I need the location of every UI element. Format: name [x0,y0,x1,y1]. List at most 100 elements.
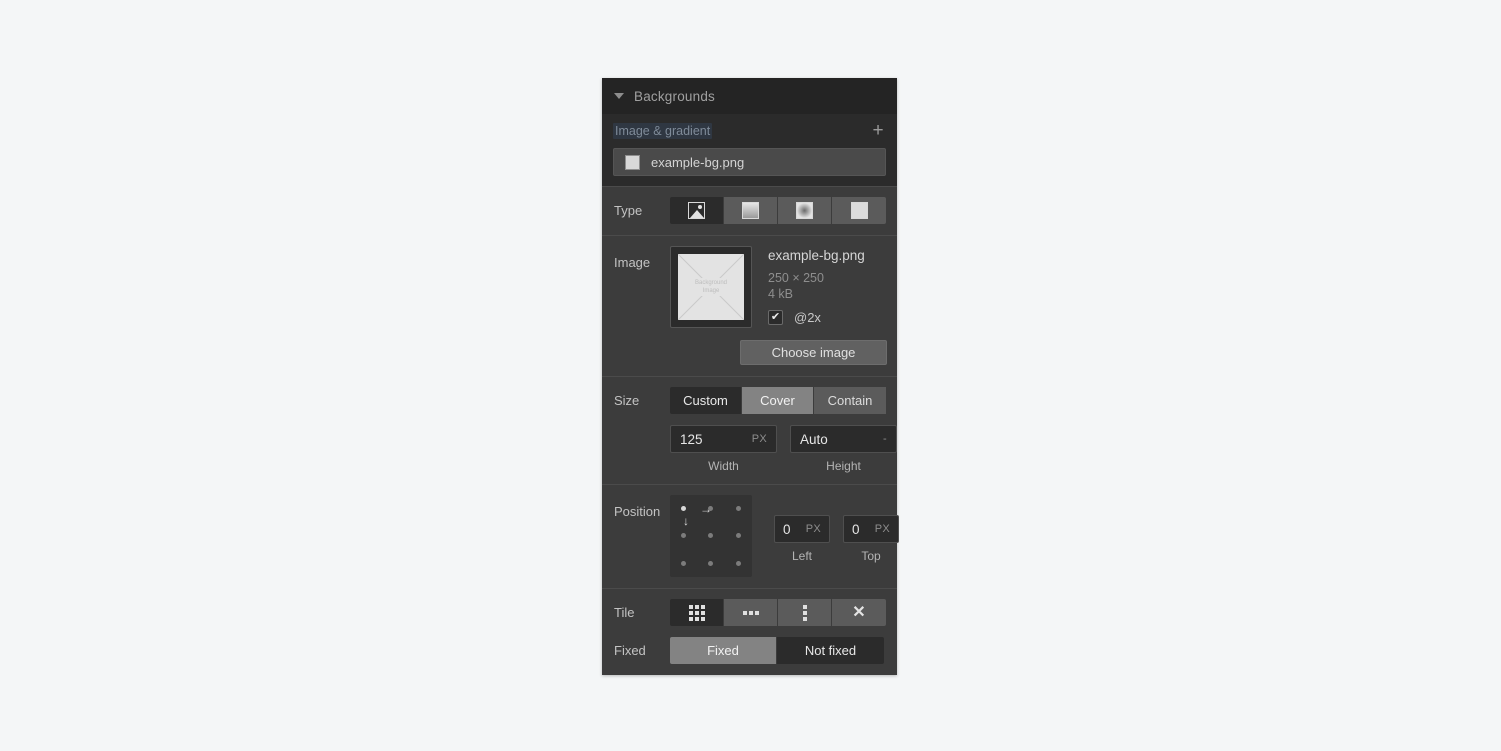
tile-repeat-x-icon [742,610,759,615]
image-file-size: 4 kB [768,287,794,301]
height-value: Auto [800,431,828,447]
width-value: 125 [680,431,703,447]
arrow-down-icon: ↓ [683,514,689,528]
left-field-wrap: 0 PX Left [774,515,830,563]
layers-block: Image & gradient + example-bg.png [602,114,897,186]
position-row: Position → ↓ 0 PX Left 0 PX Top [612,495,899,577]
list-item[interactable]: example-bg.png [613,148,886,176]
height-input[interactable]: Auto - [790,425,897,453]
position-label: Position [614,504,661,519]
radial-gradient-icon [796,202,813,219]
position-fields: 0 PX Left 0 PX Top [752,495,899,563]
retina-label: @2x [794,310,821,325]
type-option-solid-color[interactable] [832,197,886,224]
image-row: Image Background Image example-bg.png 25… [612,246,887,365]
position-cell-middle-center[interactable] [708,533,714,539]
width-caption: Width [708,459,739,473]
size-fields: 125 PX Width Auto - Height [670,425,910,473]
size-option-contain[interactable]: Contain [814,387,886,414]
layers-header: Image & gradient + [613,114,886,148]
linear-gradient-icon [742,202,759,219]
image-section: Image Background Image example-bg.png 25… [602,235,897,376]
left-unit[interactable]: PX [806,523,821,535]
left-value: 0 [783,521,791,537]
width-input[interactable]: 125 PX [670,425,777,453]
position-grid[interactable]: → ↓ [670,495,752,577]
position-cell-middle-left[interactable] [681,533,687,539]
type-segmented-control [670,197,886,224]
position-cell-bottom-left[interactable] [681,560,687,566]
width-field-wrap: 125 PX Width [670,425,777,473]
tile-none-icon: ✕ [852,603,866,621]
fixed-option-not-fixed[interactable]: Not fixed [777,637,884,664]
type-section: Type [602,186,897,235]
size-option-custom[interactable]: Custom [670,387,742,414]
size-option-cover[interactable]: Cover [742,387,814,414]
size-row: Size Custom Cover Contain 125 PX Width A… [612,387,897,473]
image-icon [688,202,705,219]
tile-row: Tile ✕ [612,599,887,626]
fixed-segmented-control: Fixed Not fixed [670,637,884,664]
image-preview-block: Background Image example-bg.png 250 × 25… [670,246,887,328]
tile-repeat-y-icon [802,604,807,621]
type-label: Type [614,203,643,218]
top-field-wrap: 0 PX Top [843,515,899,563]
tile-option-no-repeat[interactable]: ✕ [832,599,886,626]
retina-row: ✔ @2x [768,310,865,325]
top-unit[interactable]: PX [875,523,890,535]
tile-label: Tile [614,605,635,620]
fixed-row: Fixed Fixed Not fixed [612,637,887,664]
type-row: Type [612,197,887,224]
fixed-option-fixed[interactable]: Fixed [670,637,777,664]
left-caption: Left [791,549,812,563]
fixed-label: Fixed [614,643,646,658]
image-metadata: example-bg.png 250 × 250 4 kB ✔ @2x [752,246,865,328]
panel-header[interactable]: Backgrounds [602,78,897,114]
caret-down-icon[interactable] [614,93,624,99]
solid-color-icon [850,202,868,219]
tile-segmented-control: ✕ [670,599,886,626]
height-caption: Height [826,459,861,473]
arrow-right-icon: → [700,502,712,516]
size-segmented-control: Custom Cover Contain [670,387,910,414]
image-thumbnail[interactable]: Background Image [670,246,752,328]
left-input[interactable]: 0 PX [774,515,830,543]
backgrounds-panel: Backgrounds Image & gradient + example-b… [602,78,899,675]
tile-grid-icon [688,604,705,621]
position-cell-top-right[interactable] [735,506,741,512]
position-cell-top-left[interactable] [681,506,687,512]
tile-fixed-section: Tile ✕ Fixed Fixed Not fixed [602,588,897,675]
width-unit[interactable]: PX [752,433,767,445]
image-file-name: example-bg.png [768,248,865,263]
image-label: Image [614,255,651,270]
type-option-linear-gradient[interactable] [724,197,778,224]
layers-group-label: Image & gradient [613,123,713,139]
position-section: Position → ↓ 0 PX Left 0 PX Top [602,484,899,588]
image-swatch-icon [625,154,640,170]
top-caption: Top [861,549,881,563]
tile-option-repeat-y[interactable] [778,599,832,626]
height-field-wrap: Auto - Height [790,425,897,473]
page-title: Backgrounds [634,88,715,104]
tile-option-repeat[interactable] [670,599,724,626]
position-cell-middle-right[interactable] [735,533,741,539]
type-option-image[interactable] [670,197,724,224]
image-dimensions: 250 × 250 [768,271,824,285]
height-unit[interactable]: - [883,433,887,445]
image-thumbnail-caption: Background Image [692,278,730,296]
image-thumbnail-placeholder: Background Image [678,254,744,320]
thumbnail-caption-line2: Image [702,288,720,294]
size-section: Size Custom Cover Contain 125 PX Width A… [602,376,897,484]
layer-name: example-bg.png [651,154,745,170]
type-option-radial-gradient[interactable] [778,197,832,224]
top-input[interactable]: 0 PX [843,515,899,543]
position-cell-bottom-right[interactable] [735,560,741,566]
retina-checkbox[interactable]: ✔ [768,310,783,325]
add-layer-button[interactable]: + [870,121,886,140]
size-label: Size [614,393,640,408]
top-value: 0 [852,521,860,537]
thumbnail-caption-line1: Background [694,280,728,286]
tile-option-repeat-x[interactable] [724,599,778,626]
choose-image-button[interactable]: Choose image [740,340,887,365]
position-cell-bottom-center[interactable] [708,560,714,566]
